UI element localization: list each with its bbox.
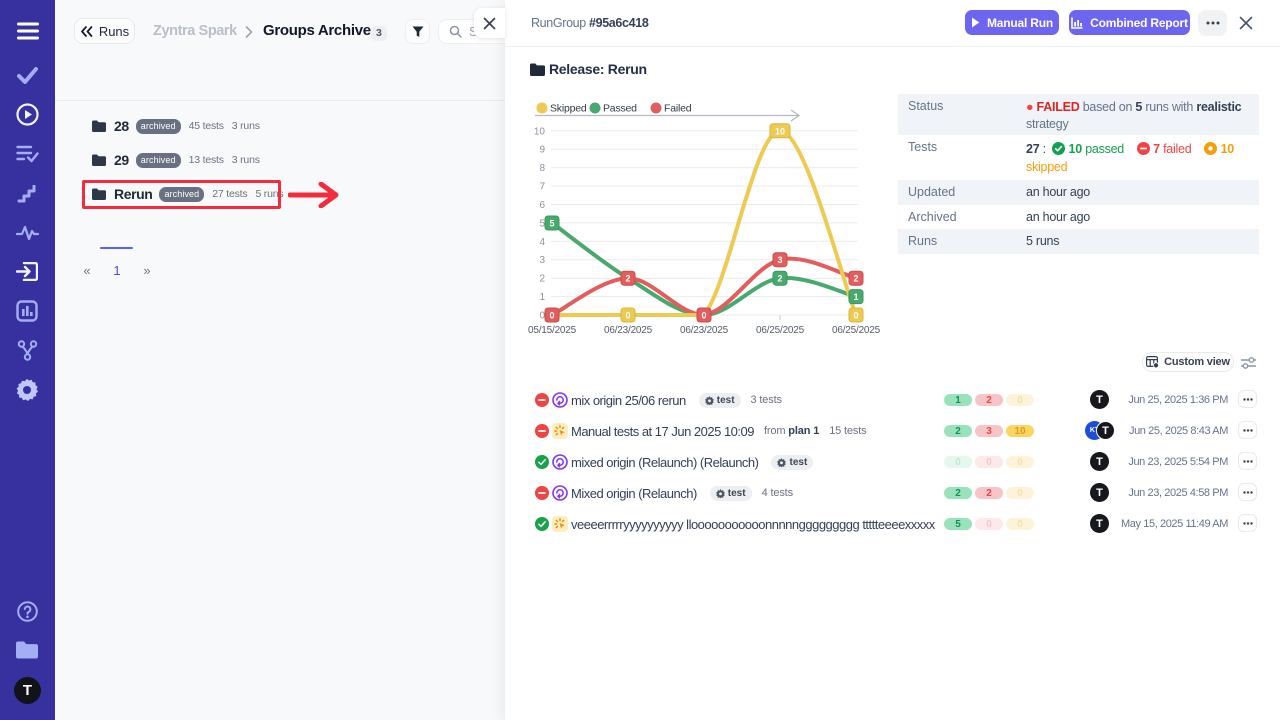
- svg-text:2: 2: [539, 274, 545, 285]
- svg-text:Passed: Passed: [603, 103, 637, 115]
- svg-text:10: 10: [775, 126, 785, 136]
- svg-text:8: 8: [539, 163, 545, 174]
- svg-text:2: 2: [853, 274, 858, 284]
- svg-text:06/25/2025: 06/25/2025: [756, 325, 805, 336]
- svg-text:1: 1: [539, 292, 545, 303]
- svg-text:06/23/2025: 06/23/2025: [604, 325, 653, 336]
- svg-text:7: 7: [539, 182, 545, 193]
- svg-text:2: 2: [777, 274, 782, 284]
- svg-text:5: 5: [549, 219, 554, 229]
- svg-text:0: 0: [625, 311, 630, 321]
- svg-text:3: 3: [539, 255, 545, 266]
- svg-text:Skipped: Skipped: [550, 103, 587, 115]
- svg-text:0: 0: [549, 311, 554, 321]
- svg-text:9: 9: [539, 145, 545, 156]
- svg-text:0: 0: [853, 311, 858, 321]
- svg-text:05/15/2025: 05/15/2025: [528, 325, 577, 336]
- svg-text:06/25/2025: 06/25/2025: [832, 325, 881, 336]
- svg-text:3: 3: [777, 255, 782, 265]
- svg-text:10: 10: [534, 126, 546, 137]
- svg-text:06/23/2025: 06/23/2025: [680, 325, 729, 336]
- svg-text:0: 0: [701, 311, 706, 321]
- svg-text:Failed: Failed: [664, 103, 692, 115]
- svg-text:1: 1: [853, 292, 858, 302]
- svg-text:6: 6: [539, 200, 545, 211]
- svg-text:2: 2: [625, 274, 630, 284]
- svg-text:4: 4: [539, 237, 545, 248]
